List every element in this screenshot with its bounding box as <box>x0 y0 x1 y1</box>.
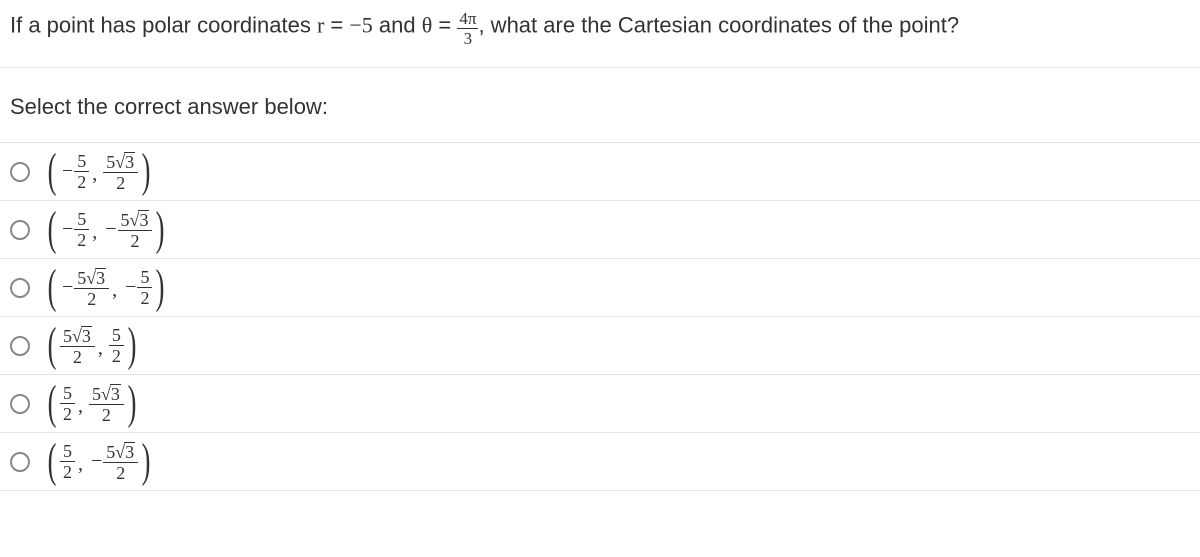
coordinate-pair: (−52,5√32) <box>44 152 154 192</box>
minus-sign: − <box>89 450 103 473</box>
radio-icon[interactable] <box>10 336 30 356</box>
x-fraction: 52 <box>60 384 75 423</box>
answer-option-1[interactable]: (−52,5√32) <box>0 143 1200 201</box>
equals-1: = <box>324 12 349 37</box>
num-val: 5 <box>77 209 86 229</box>
close-paren: ) <box>142 152 151 190</box>
coef: 5 <box>106 152 115 172</box>
answer-option-5[interactable]: (52,5√32) <box>0 375 1200 433</box>
x-fraction: 52 <box>60 442 75 481</box>
den-val: 2 <box>74 172 89 191</box>
close-paren: ) <box>156 210 165 248</box>
answer-option-2[interactable]: (−52,−5√32) <box>0 201 1200 259</box>
coef: 5 <box>63 326 72 346</box>
sqrt-icon: √3 <box>86 268 106 287</box>
x-fraction: 52 <box>74 210 89 249</box>
coordinate-pair: (−5√32,−52) <box>44 268 168 308</box>
sqrt-icon: √3 <box>115 442 135 461</box>
question-part1: If a point has polar coordinates <box>10 12 317 37</box>
theta-den: 3 <box>462 29 475 47</box>
comma: , <box>75 453 89 476</box>
open-paren: ( <box>48 210 57 248</box>
theta-symbol: θ <box>422 12 433 37</box>
radio-icon[interactable] <box>10 278 30 298</box>
den-val: 2 <box>137 288 152 307</box>
y-fraction: 52 <box>137 268 152 307</box>
close-paren: ) <box>127 384 136 422</box>
num-val: 5 <box>63 383 72 403</box>
coordinate-pair: (−52,−5√32) <box>44 210 168 250</box>
select-prompt: Select the correct answer below: <box>0 68 1200 143</box>
den-val: 2 <box>60 404 75 423</box>
den-val: 2 <box>113 463 128 482</box>
open-paren: ( <box>48 384 57 422</box>
close-paren: ) <box>127 326 136 364</box>
minus-sign: − <box>123 276 137 299</box>
x-fraction: 5√3 2 <box>74 268 109 308</box>
x-fraction: 5√3 2 <box>60 326 95 366</box>
den-val: 2 <box>113 173 128 192</box>
num-val: 5 <box>77 151 86 171</box>
comma: , <box>75 395 89 418</box>
minus-sign: − <box>103 218 117 241</box>
y-fraction: 5√3 2 <box>89 384 124 424</box>
equals-2: = <box>432 12 457 37</box>
x-fraction: 52 <box>74 152 89 191</box>
num-val: 5 <box>63 441 72 461</box>
den-val: 2 <box>60 462 75 481</box>
answer-option-6[interactable]: (52,−5√32) <box>0 433 1200 491</box>
comma: , <box>89 163 103 186</box>
question-part2: , what are the Cartesian coordinates of … <box>478 12 959 37</box>
open-paren: ( <box>48 152 57 190</box>
den-val: 2 <box>70 347 85 366</box>
coef: 5 <box>92 384 101 404</box>
comma: , <box>89 221 103 244</box>
coordinate-pair: (52,5√32) <box>44 384 140 424</box>
den-val: 2 <box>127 231 142 250</box>
options-list: (−52,5√32)(−52,−5√32)(−5√32,−52)(5√32,52… <box>0 143 1200 491</box>
radio-icon[interactable] <box>10 452 30 472</box>
close-paren: ) <box>142 442 151 480</box>
coef: 5 <box>121 210 130 230</box>
comma: , <box>109 279 123 302</box>
den-val: 2 <box>74 230 89 249</box>
y-fraction: 5√3 2 <box>103 442 138 482</box>
answer-option-3[interactable]: (−5√32,−52) <box>0 259 1200 317</box>
den-val: 2 <box>99 405 114 424</box>
coef: 5 <box>106 442 115 462</box>
num-val: 5 <box>140 267 149 287</box>
open-paren: ( <box>48 442 57 480</box>
comma: , <box>95 337 109 360</box>
num-val: 5 <box>112 325 121 345</box>
question-text: If a point has polar coordinates r = −5 … <box>0 0 1200 68</box>
answer-option-4[interactable]: (5√32,52) <box>0 317 1200 375</box>
and-text: and <box>373 12 422 37</box>
open-paren: ( <box>48 326 57 364</box>
minus-sign: − <box>60 218 74 241</box>
theta-num: 4π <box>457 10 478 29</box>
den-val: 2 <box>109 346 124 365</box>
sqrt-icon: √3 <box>101 384 121 403</box>
theta-fraction: 4π3 <box>457 10 478 47</box>
close-paren: ) <box>156 268 165 306</box>
minus-sign: − <box>60 160 74 183</box>
coordinate-pair: (52,−5√32) <box>44 442 154 482</box>
coef: 5 <box>77 268 86 288</box>
sqrt-icon: √3 <box>130 210 150 229</box>
r-value: −5 <box>349 12 372 37</box>
den-val: 2 <box>84 289 99 308</box>
coordinate-pair: (5√32,52) <box>44 326 140 366</box>
sqrt-icon: √3 <box>72 326 92 345</box>
open-paren: ( <box>48 268 57 306</box>
y-fraction: 5√3 2 <box>103 152 138 192</box>
minus-sign: − <box>60 276 74 299</box>
sqrt-icon: √3 <box>115 152 135 171</box>
y-fraction: 5√3 2 <box>118 210 153 250</box>
y-fraction: 52 <box>109 326 124 365</box>
radio-icon[interactable] <box>10 220 30 240</box>
radio-icon[interactable] <box>10 394 30 414</box>
radio-icon[interactable] <box>10 162 30 182</box>
